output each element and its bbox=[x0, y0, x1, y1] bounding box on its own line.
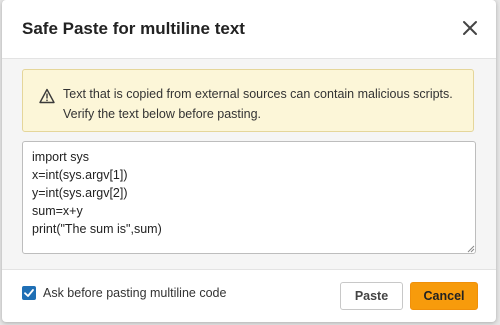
safe-paste-dialog: Safe Paste for multiline text Text that … bbox=[2, 0, 496, 322]
checkmark-icon bbox=[24, 289, 34, 297]
close-button[interactable] bbox=[460, 18, 480, 38]
cancel-button[interactable]: Cancel bbox=[410, 282, 478, 310]
warning-triangle-icon bbox=[39, 88, 55, 104]
warning-banner: Text that is copied from external source… bbox=[22, 69, 474, 132]
ask-before-pasting-label[interactable]: Ask before pasting multiline code bbox=[43, 286, 226, 300]
resize-grip-icon[interactable] bbox=[467, 245, 475, 253]
code-textarea[interactable] bbox=[22, 141, 476, 254]
ask-before-pasting-checkbox[interactable] bbox=[22, 286, 36, 300]
warning-text: Text that is copied from external source… bbox=[63, 87, 453, 121]
dialog-body: Text that is copied from external source… bbox=[2, 59, 496, 269]
paste-button[interactable]: Paste bbox=[340, 282, 403, 310]
dialog-footer: Ask before pasting multiline code Paste … bbox=[2, 269, 496, 323]
dialog-title: Safe Paste for multiline text bbox=[22, 19, 245, 38]
close-icon bbox=[463, 21, 477, 35]
dialog-header: Safe Paste for multiline text bbox=[2, 0, 496, 59]
